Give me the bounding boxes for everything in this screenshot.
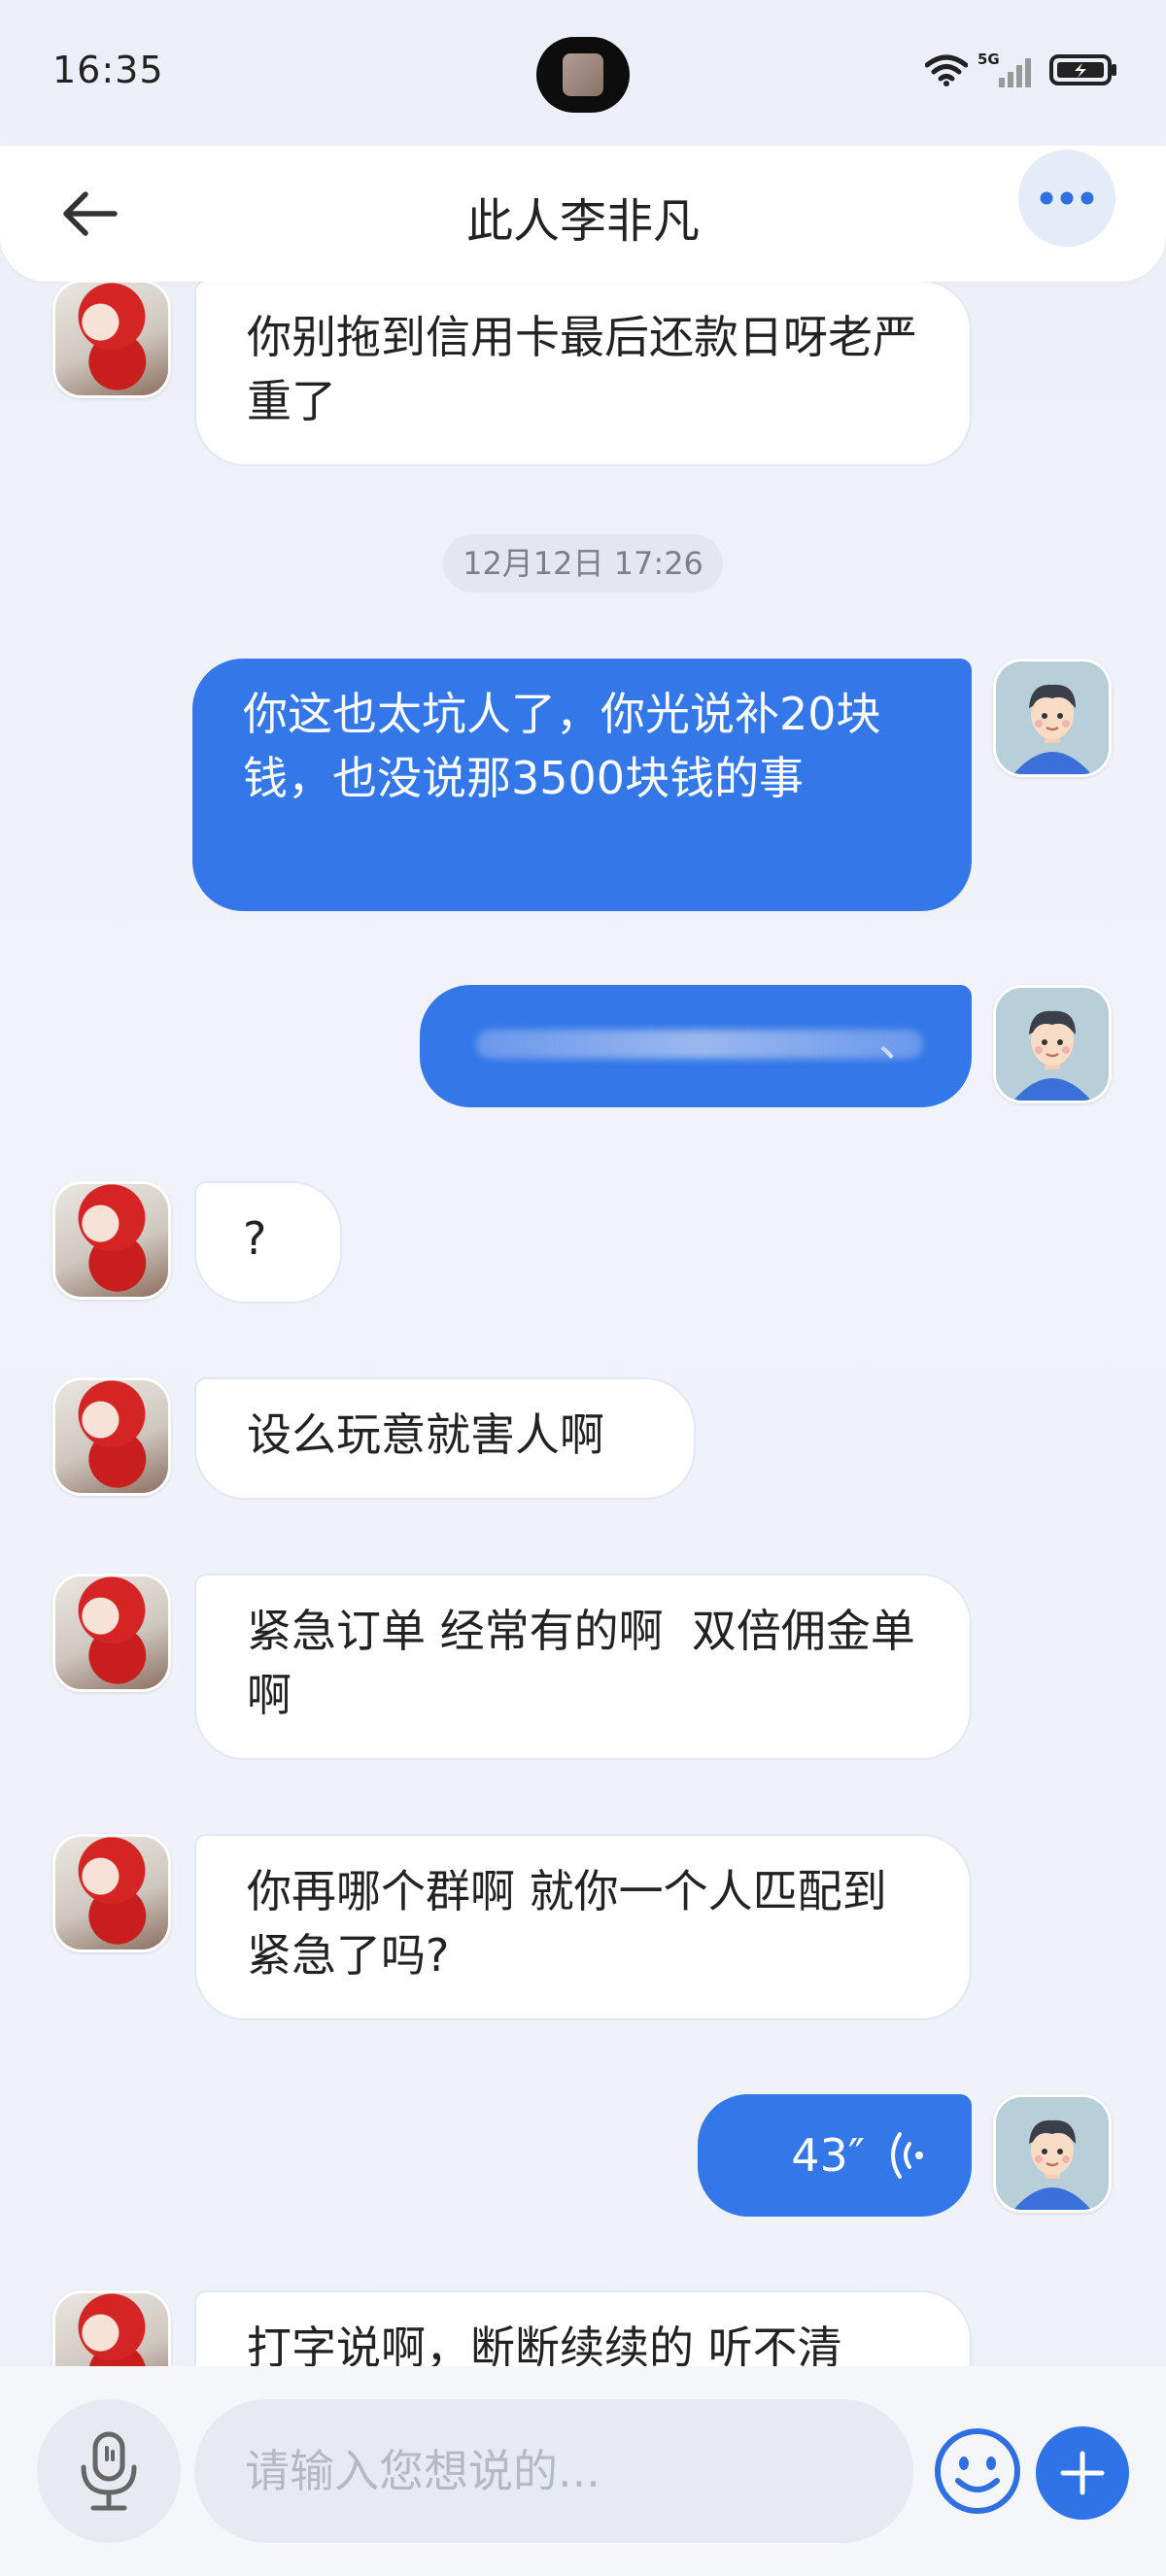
contact-avatar[interactable] <box>52 1377 171 1496</box>
message-bubble-outgoing[interactable]: 你这也太坑人了，你光说补20块钱，也没说那3500块钱的事 <box>192 659 972 911</box>
my-avatar[interactable] <box>993 659 1112 777</box>
redacted-text <box>476 1030 923 1059</box>
message-bubble-incoming[interactable]: 打字说啊，断断续续的 听不清 <box>194 2290 972 2366</box>
contact-avatar[interactable] <box>52 1834 171 1952</box>
message-bubble-incoming[interactable]: 紧急订单 经常有的啊 双倍佣金单 啊 <box>194 1574 972 1760</box>
voice-message-bubble[interactable]: 43″ <box>698 2094 972 2217</box>
voice-input-button[interactable] <box>37 2399 181 2543</box>
microphone-icon <box>81 2431 137 2511</box>
person-avatar-icon <box>996 2097 1109 2210</box>
voice-wave-icon <box>891 2132 923 2179</box>
chat-header: 此人李非凡 <box>0 146 1166 282</box>
smiley-icon <box>935 2428 1020 2514</box>
message-list[interactable]: 你别拖到信用卡最后还款日呀老严重了 12月12日 17:26 你这也太坑人了，你… <box>0 0 1166 2366</box>
message-bubble-incoming[interactable]: 你别拖到信用卡最后还款日呀老严重了 <box>194 280 972 466</box>
message-bubble-incoming[interactable]: ? <box>194 1181 342 1304</box>
message-timestamp: 12月12日 17:26 <box>443 534 723 593</box>
contact-avatar[interactable] <box>52 2290 171 2366</box>
contact-avatar[interactable] <box>52 280 171 398</box>
message-input[interactable] <box>194 2399 913 2543</box>
plus-icon <box>1060 2451 1105 2495</box>
input-bar <box>0 2366 1166 2576</box>
more-options-button[interactable] <box>1018 150 1115 247</box>
person-avatar-icon <box>996 988 1109 1101</box>
add-attachment-button[interactable] <box>1036 2426 1129 2520</box>
message-bubble-incoming[interactable]: 设么玩意就害人啊 <box>194 1377 696 1500</box>
message-bubble-incoming[interactable]: 你再哪个群啊 就你一个人匹配到紧急了吗? <box>194 1834 972 2020</box>
person-avatar-icon <box>996 661 1109 774</box>
my-avatar[interactable] <box>993 2094 1112 2213</box>
emoji-button[interactable] <box>933 2426 1022 2516</box>
chat-title: 此人李非凡 <box>465 194 700 249</box>
contact-avatar[interactable] <box>52 1181 171 1300</box>
contact-avatar[interactable] <box>52 1574 171 1692</box>
voice-duration: 43″ <box>791 2129 865 2182</box>
my-avatar[interactable] <box>993 985 1112 1103</box>
more-dots-icon <box>1040 191 1094 205</box>
